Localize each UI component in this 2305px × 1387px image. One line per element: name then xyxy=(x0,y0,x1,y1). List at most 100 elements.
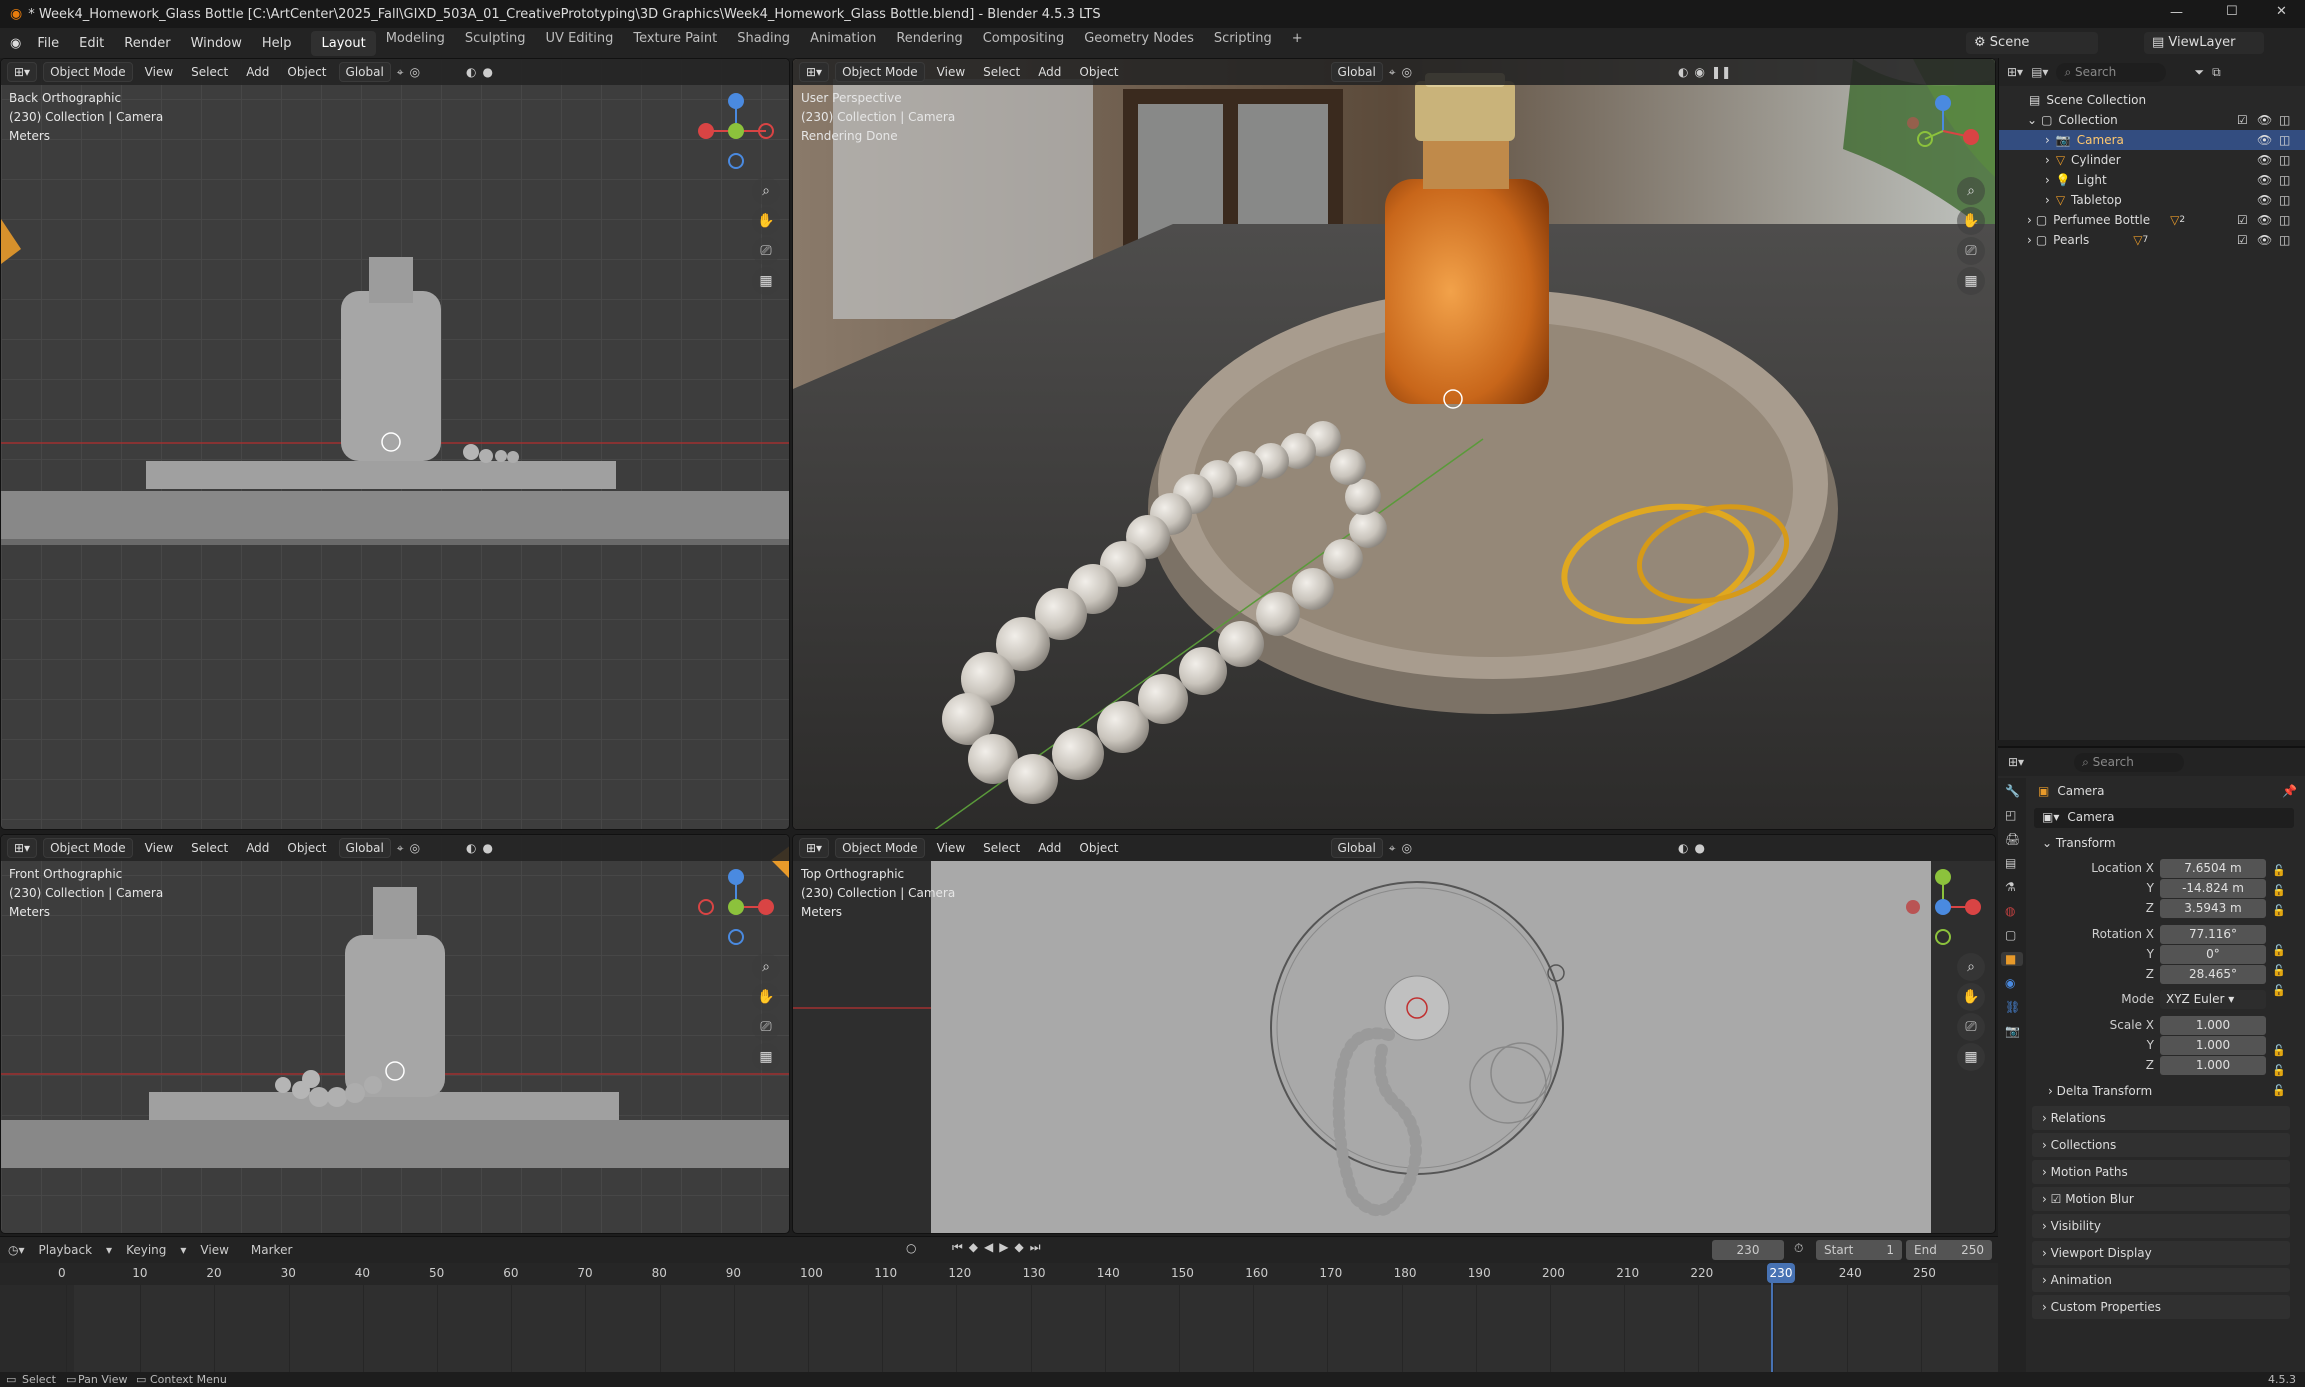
view-layer-tab-icon[interactable]: ▤ xyxy=(2005,856,2019,870)
menu-add[interactable]: Add xyxy=(1032,65,1067,79)
pan-hand-icon[interactable]: ✋ xyxy=(752,983,780,1011)
navigation-gizmo[interactable] xyxy=(696,867,776,947)
checkbox-icon[interactable]: ☑ xyxy=(2237,113,2248,127)
camera-render-icon[interactable]: ◫ xyxy=(2279,193,2290,207)
viewport-back-ortho[interactable]: ⊞▾ Object Mode View Select Add Object Gl… xyxy=(0,58,790,830)
menu-edit[interactable]: Edit xyxy=(69,36,114,51)
menu-add[interactable]: Add xyxy=(240,841,275,855)
navigation-gizmo[interactable] xyxy=(696,91,776,171)
menu-object[interactable]: Object xyxy=(1073,841,1124,855)
data-tab-icon[interactable]: 📷 xyxy=(2005,1024,2020,1038)
add-workspace-icon[interactable]: + xyxy=(1282,31,1313,56)
menu-object[interactable]: Object xyxy=(281,841,332,855)
menu-select[interactable]: Select xyxy=(185,841,234,855)
ortho-grid-icon[interactable]: ▦ xyxy=(1957,1043,1985,1071)
camera-view-icon[interactable]: ⎚ xyxy=(1957,237,1985,265)
mode-dropdown[interactable]: Object Mode xyxy=(43,838,133,858)
zoom-icon[interactable]: ⌕ xyxy=(752,177,780,205)
record-icon[interactable]: ○ xyxy=(906,1241,916,1255)
filter-icon[interactable]: ⏷ xyxy=(2194,65,2204,80)
panel-viewport-display[interactable]: › Viewport Display xyxy=(2032,1241,2290,1265)
location-x-field[interactable]: 7.6504 m xyxy=(2160,859,2266,878)
editor-type-button[interactable]: ◷▾ xyxy=(8,1243,25,1257)
new-collection-icon[interactable]: ⧉ xyxy=(2212,65,2221,80)
panel-relations[interactable]: › Relations xyxy=(2032,1106,2290,1130)
rotation-z-field[interactable]: 28.465° xyxy=(2160,965,2266,984)
lock-icons[interactable]: 🔓 🔓 🔓 🔓 🔓 🔓 🔓 🔓 🔓 xyxy=(2272,861,2286,1101)
outliner-item-camera[interactable]: › 📷 Camera 👁 ◫ xyxy=(1999,130,2305,150)
zoom-icon[interactable]: ⌕ xyxy=(752,953,780,981)
expand-icon[interactable]: › xyxy=(2045,193,2050,207)
eye-icon[interactable]: 👁 xyxy=(2257,173,2272,187)
pan-hand-icon[interactable]: ✋ xyxy=(1957,207,1985,235)
output-tab-icon[interactable]: 🖨 xyxy=(2005,832,2020,846)
eye-icon[interactable]: 👁 xyxy=(2257,193,2272,207)
zoom-icon[interactable]: ⌕ xyxy=(1957,953,1985,981)
menu-select[interactable]: Select xyxy=(185,65,234,79)
snap-icon[interactable]: ⌖ xyxy=(1389,65,1396,80)
menu-view[interactable]: View xyxy=(139,841,179,855)
tool-tab-icon[interactable]: 🔧 xyxy=(2005,784,2020,798)
location-y-field[interactable]: -14.824 m xyxy=(2160,879,2266,898)
display-mode-button[interactable]: ▤▾ xyxy=(2031,65,2048,79)
playhead-line[interactable] xyxy=(1771,1283,1773,1377)
blender-menu-icon[interactable]: ◉ xyxy=(10,36,21,51)
outliner-scene-collection[interactable]: ▤ Scene Collection xyxy=(1999,90,2305,110)
tab-layout[interactable]: Layout xyxy=(311,30,376,56)
pin-icon[interactable]: 📌 xyxy=(2282,784,2297,798)
physics-tab-icon[interactable]: ◉ xyxy=(2005,976,2019,990)
render-tab-icon[interactable]: ◰ xyxy=(2005,808,2019,822)
scale-y-field[interactable]: 1.000 xyxy=(2160,1036,2266,1055)
camera-render-icon[interactable]: ◫ xyxy=(2279,133,2290,147)
menu-view[interactable]: View xyxy=(192,1243,236,1257)
close-button[interactable]: ✕ xyxy=(2276,4,2287,19)
collection-tab-icon[interactable]: ▢ xyxy=(2005,928,2019,942)
proportional-icon[interactable]: ◎ xyxy=(410,841,420,855)
camera-render-icon[interactable]: ◫ xyxy=(2279,153,2290,167)
editor-type-button[interactable]: ⊞▾ xyxy=(799,62,830,82)
mode-dropdown[interactable]: Object Mode xyxy=(43,62,133,82)
outliner-search[interactable]: ⌕ Search xyxy=(2056,62,2167,82)
panel-motion-paths[interactable]: › Motion Paths xyxy=(2032,1160,2290,1184)
transform-panel-header[interactable]: ⌄ Transform xyxy=(2032,836,2294,850)
constraints-tab-icon[interactable]: ⛓ xyxy=(2005,1000,2020,1014)
navigation-gizmo[interactable] xyxy=(1903,867,1983,947)
menu-object[interactable]: Object xyxy=(281,65,332,79)
expand-icon[interactable]: › xyxy=(2027,233,2032,247)
eye-icon[interactable]: 👁 xyxy=(2257,133,2272,147)
snap-icon[interactable]: ⌖ xyxy=(397,841,404,856)
camera-render-icon[interactable]: ◫ xyxy=(2279,213,2290,227)
scale-z-field[interactable]: 1.000 xyxy=(2160,1056,2266,1075)
overlay-icon[interactable]: ◐ xyxy=(1678,841,1688,855)
properties-search[interactable]: ⌕ Search xyxy=(2074,752,2185,772)
tab-sculpting[interactable]: Sculpting xyxy=(455,31,536,56)
tab-uv-editing[interactable]: UV Editing xyxy=(536,31,624,56)
tab-texture-paint[interactable]: Texture Paint xyxy=(623,31,727,56)
playback-controls[interactable]: ⏮◆◀▶◆⏭ xyxy=(952,1240,1047,1255)
playhead-frame-indicator[interactable]: 230 xyxy=(1767,1263,1795,1283)
ortho-grid-icon[interactable]: ▦ xyxy=(752,267,780,295)
location-z-field[interactable]: 3.5943 m xyxy=(2160,899,2266,918)
rotation-y-field[interactable]: 0° xyxy=(2160,945,2266,964)
camera-view-icon[interactable]: ⎚ xyxy=(1957,1013,1985,1041)
maximize-button[interactable]: ☐ xyxy=(2226,4,2238,19)
delta-transform-header[interactable]: › Delta Transform xyxy=(2048,1084,2152,1098)
rotation-mode-dropdown[interactable]: XYZ Euler ▾ xyxy=(2160,990,2266,1009)
outliner-collection[interactable]: ⌄ ▢ Collection ☑ 👁 ◫ xyxy=(1999,110,2305,130)
editor-type-button[interactable]: ⊞▾ xyxy=(2008,755,2024,769)
outliner-collection-pearls[interactable]: › ▢ Pearls ▽ 7 ☑ 👁 ◫ xyxy=(1999,230,2305,250)
viewport-front-ortho[interactable]: ⊞▾ Object Mode View Select Add Object Gl… xyxy=(0,834,790,1234)
menu-view[interactable]: View xyxy=(931,65,971,79)
world-tab-icon[interactable]: ◍ xyxy=(2005,904,2019,918)
checkbox-icon[interactable]: ☑ xyxy=(2051,1192,2066,1206)
eye-icon[interactable]: 👁 xyxy=(2257,153,2272,167)
viewport-rendered[interactable]: ⊞▾ Object Mode View Select Add Object Gl… xyxy=(792,58,1996,830)
eye-icon[interactable]: 👁 xyxy=(2257,233,2272,247)
snap-icon[interactable]: ⌖ xyxy=(1389,841,1396,856)
menu-add[interactable]: Add xyxy=(240,65,275,79)
shading-solid-icon[interactable]: ● xyxy=(1695,841,1705,855)
menu-add[interactable]: Add xyxy=(1032,841,1067,855)
tab-compositing[interactable]: Compositing xyxy=(973,31,1075,56)
panel-visibility[interactable]: › Visibility xyxy=(2032,1214,2290,1238)
scene-tab-icon[interactable]: ⚗ xyxy=(2005,880,2019,894)
